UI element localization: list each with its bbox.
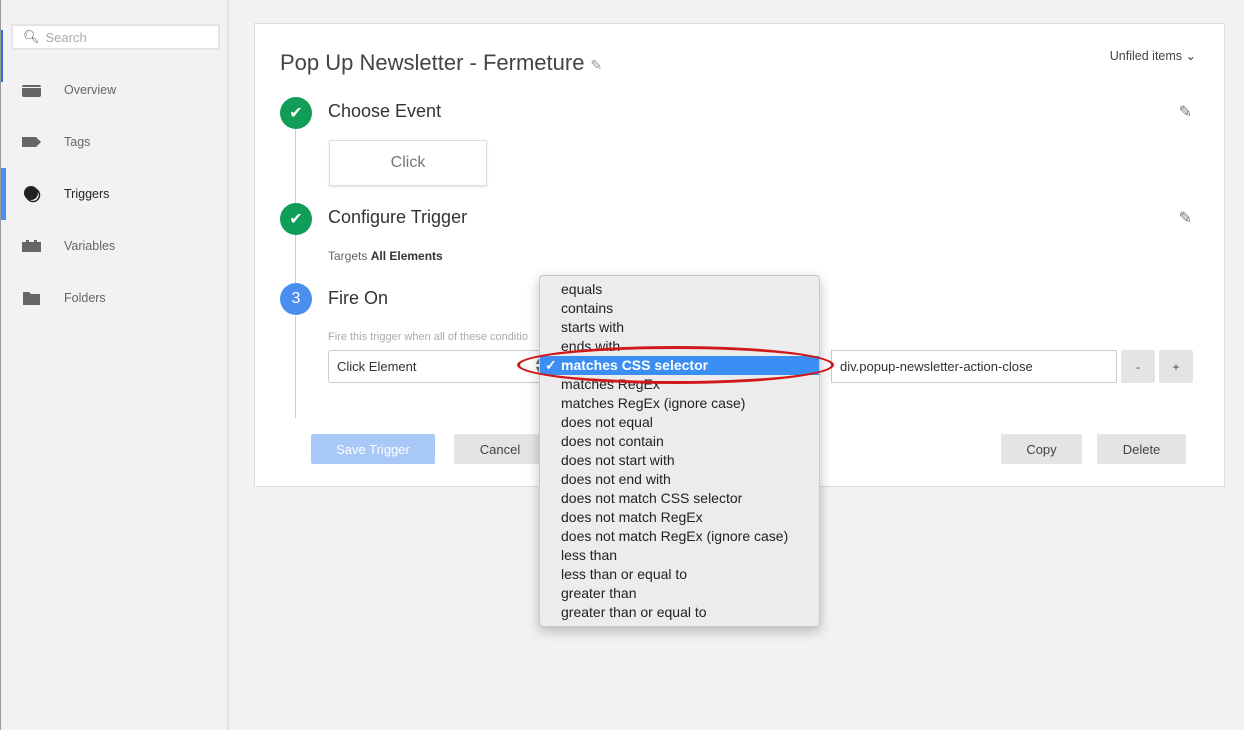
overview-icon bbox=[22, 83, 42, 97]
page-title: Pop Up Newsletter - Fermeture ✎ bbox=[280, 50, 602, 76]
add-condition-button[interactable]: + bbox=[1159, 350, 1193, 383]
step-2-title: Configure Trigger bbox=[328, 207, 468, 227]
sidebar-item-label: Overview bbox=[64, 83, 117, 97]
dropdown-option[interactable]: starts with bbox=[540, 318, 819, 337]
condition-value-input[interactable]: div.popup-newsletter-action-close bbox=[831, 350, 1117, 383]
dropdown-option[interactable]: equals bbox=[540, 280, 819, 299]
step-3-number: 3 bbox=[280, 283, 312, 315]
save-trigger-button[interactable]: Save Trigger bbox=[311, 434, 435, 464]
targets-summary: Targets All Elements bbox=[328, 249, 443, 263]
dropdown-option[interactable]: does not start with bbox=[540, 451, 819, 470]
condition-value: div.popup-newsletter-action-close bbox=[840, 359, 1033, 374]
annotation-ellipse bbox=[517, 346, 834, 384]
step-connector bbox=[295, 129, 296, 209]
dropdown-option[interactable]: greater than bbox=[540, 584, 819, 603]
dropdown-option[interactable]: does not match CSS selector bbox=[540, 489, 819, 508]
sidebar-item-label: Triggers bbox=[64, 187, 110, 201]
trigger-icon bbox=[22, 186, 42, 203]
variable-value: Click Element bbox=[337, 359, 417, 374]
targets-value: All Elements bbox=[370, 249, 443, 263]
edit-name-icon[interactable]: ✎ bbox=[590, 57, 602, 73]
dropdown-option[interactable]: does not end with bbox=[540, 470, 819, 489]
step-1-check-icon: ✔ bbox=[280, 97, 312, 129]
operator-dropdown-menu[interactable]: equalscontainsstarts withends withmatche… bbox=[539, 275, 820, 627]
search-placeholder: Search bbox=[45, 29, 87, 45]
step-1-title: Choose Event bbox=[328, 101, 442, 121]
search-input[interactable]: 🔍︎ Search bbox=[11, 24, 220, 50]
folder-label: Unfiled items bbox=[1109, 49, 1183, 63]
delete-button[interactable]: Delete bbox=[1097, 434, 1186, 464]
sidebar-item-label: Variables bbox=[64, 239, 116, 253]
folder-icon bbox=[22, 291, 42, 305]
edit-event-icon[interactable]: ✎ bbox=[1179, 102, 1192, 122]
dropdown-option[interactable]: less than or equal to bbox=[540, 565, 819, 584]
step-3-title: Fire On bbox=[328, 288, 389, 308]
dropdown-option[interactable]: contains bbox=[540, 299, 819, 318]
cancel-button[interactable]: Cancel bbox=[454, 434, 546, 464]
folder-dropdown[interactable]: Unfiled items ⌄ bbox=[1110, 48, 1196, 63]
dropdown-option[interactable]: greater than or equal to bbox=[540, 603, 819, 622]
sidebar-item-triggers[interactable]: Triggers bbox=[1, 168, 228, 220]
edit-configure-icon[interactable]: ✎ bbox=[1179, 208, 1192, 228]
copy-button[interactable]: Copy bbox=[1001, 434, 1082, 464]
remove-condition-button[interactable]: - bbox=[1121, 350, 1155, 383]
dropdown-option[interactable]: does not contain bbox=[540, 432, 819, 451]
fire-hint: Fire this trigger when all of these cond… bbox=[328, 331, 528, 343]
dropdown-option[interactable]: does not match RegEx bbox=[540, 508, 819, 527]
dropdown-option[interactable]: does not equal bbox=[540, 413, 819, 432]
sidebar: 🔍︎ Search Overview Tags Triggers Variable… bbox=[0, 0, 229, 730]
sidebar-item-tags[interactable]: Tags bbox=[1, 116, 228, 168]
dropdown-option[interactable]: matches RegEx (ignore case) bbox=[540, 394, 819, 413]
dropdown-option[interactable]: less than bbox=[540, 546, 819, 565]
variables-icon bbox=[22, 239, 42, 253]
trigger-name: Pop Up Newsletter - Fermeture bbox=[280, 50, 585, 75]
event-type-box[interactable]: Click bbox=[329, 140, 487, 186]
variable-select[interactable]: Click Element bbox=[328, 350, 548, 383]
sidebar-item-label: Tags bbox=[64, 135, 91, 149]
targets-label: Targets bbox=[328, 249, 368, 263]
sidebar-item-label: Folders bbox=[64, 291, 106, 305]
tag-icon bbox=[22, 135, 42, 149]
chevron-down-icon: ⌄ bbox=[1185, 49, 1196, 63]
sidebar-item-folders[interactable]: Folders bbox=[1, 272, 228, 324]
sidebar-item-variables[interactable]: Variables bbox=[1, 220, 228, 272]
step-2-check-icon: ✔ bbox=[280, 203, 312, 235]
step-connector bbox=[295, 316, 296, 418]
search-icon: 🔍︎ bbox=[23, 29, 40, 44]
sidebar-item-overview[interactable]: Overview bbox=[1, 64, 228, 116]
dropdown-option[interactable]: does not match RegEx (ignore case) bbox=[540, 527, 819, 546]
